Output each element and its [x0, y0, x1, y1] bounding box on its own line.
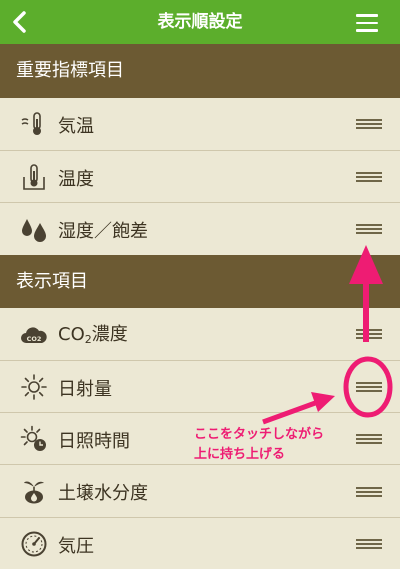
thermometer-wind-icon	[20, 110, 48, 138]
co2-cloud-icon: CO2	[20, 321, 48, 349]
hamburger-menu-icon[interactable]	[356, 14, 378, 32]
drag-handle-icon[interactable]	[356, 487, 382, 497]
drag-handle-icon[interactable]	[356, 224, 382, 234]
section-header-display-items: 表示項目	[0, 255, 400, 308]
sun-icon	[20, 373, 48, 401]
list-item-label: CO2濃度	[58, 324, 128, 346]
list-item-solar-radiation[interactable]: 日射量	[0, 361, 400, 413]
drag-handle-icon[interactable]	[356, 119, 382, 129]
list-item-humidity-deficit[interactable]: 湿度／飽差	[0, 203, 400, 255]
annotation-line-2: 上に持ち上げる	[194, 447, 286, 462]
svg-text:CO2: CO2	[27, 335, 42, 343]
page-title: 表示順設定	[157, 12, 243, 32]
list-item-label: 日照時間	[58, 431, 130, 452]
pressure-gauge-icon	[20, 530, 48, 558]
list-item-label: 温度	[58, 169, 94, 190]
list-item-soil-moisture[interactable]: 土壌水分度	[0, 465, 400, 518]
drag-handle-icon[interactable]	[356, 329, 382, 339]
list-item-label: 土壌水分度	[58, 483, 148, 504]
list-item-label: 湿度／飽差	[58, 221, 148, 242]
list-item-label: 気温	[58, 116, 94, 137]
section-header-key-indicators: 重要指標項目	[0, 44, 400, 98]
list-item-label: 気圧	[58, 536, 94, 557]
soil-thermometer-icon	[20, 163, 48, 191]
drag-handle-icon[interactable]	[356, 382, 382, 392]
annotation-text: ここをタッチしながら 上に持ち上げる	[194, 425, 364, 465]
water-drops-icon	[20, 215, 48, 243]
list-item-co2-concentration[interactable]: CO2 CO2濃度	[0, 308, 400, 361]
list-item-label: 日射量	[58, 379, 112, 400]
navigation-bar: 表示順設定	[0, 0, 400, 44]
list-item-air-pressure[interactable]: 気圧	[0, 518, 400, 569]
annotation-line-1: ここをタッチしながら	[194, 427, 325, 442]
drag-handle-icon[interactable]	[356, 172, 382, 182]
list-item-air-temperature[interactable]: 気温	[0, 98, 400, 151]
soil-moisture-icon	[20, 477, 48, 505]
list-item-temperature[interactable]: 温度	[0, 151, 400, 203]
sun-clock-icon	[20, 425, 48, 453]
drag-handle-icon[interactable]	[356, 539, 382, 549]
